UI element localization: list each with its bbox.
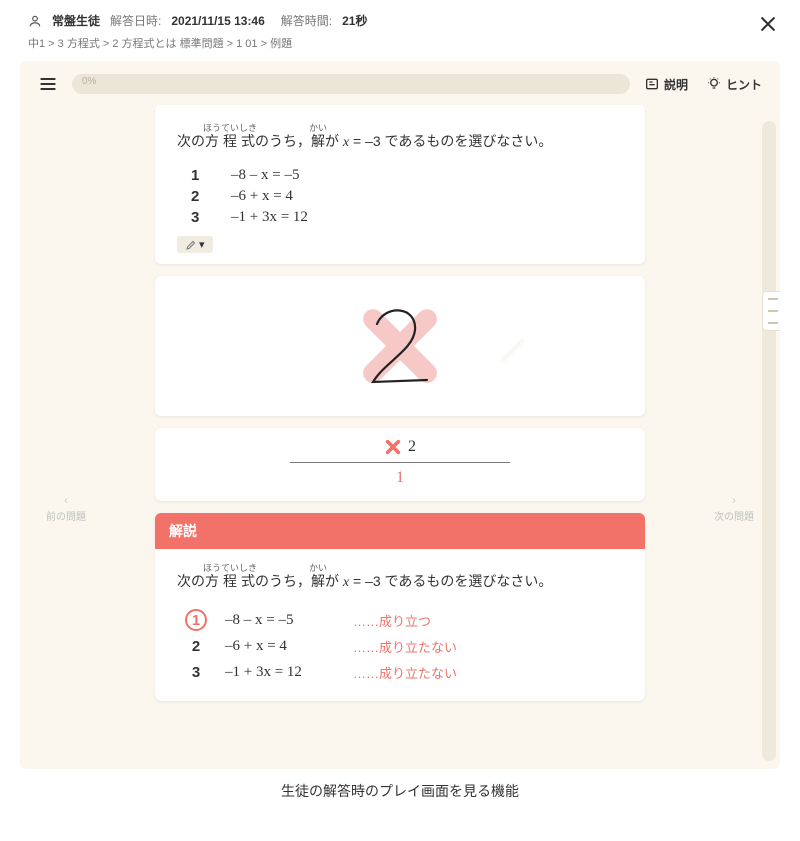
given-answer: 2 — [408, 438, 416, 456]
explain-button[interactable]: 説明 — [640, 74, 692, 95]
question-choices: 1–8 – x = –5 2–6 + x = 4 3–1 + 3x = 12 — [191, 167, 623, 226]
score-divider — [290, 462, 510, 463]
scrollbar-track[interactable] — [762, 121, 776, 761]
drag-handle[interactable] — [762, 291, 780, 331]
hamburger-button[interactable] — [34, 71, 62, 97]
edit-chip[interactable]: ▾ — [177, 236, 213, 253]
chevron-right-icon: › — [714, 491, 754, 510]
correct-answer: 1 — [175, 469, 625, 487]
hint-button[interactable]: ヒント — [702, 74, 766, 95]
user-icon — [28, 14, 42, 28]
figure-caption: 生徒の解答時のプレイ画面を見る機能 — [0, 769, 800, 801]
header-bar: 常盤生徒 解答日時: 2021/11/15 13:46 解答時間: 21秒 — [0, 0, 800, 31]
hint-label: ヒント — [726, 76, 762, 93]
choice-row: 2–6 + x = 4 — [191, 188, 623, 205]
pencil-icon — [495, 328, 535, 368]
question-text: 次の方程式ほうていしきのうち，解かいが x = –3 であるものを選びなさい。 — [177, 123, 623, 157]
choice-row: 1–8 – x = –5 — [191, 167, 623, 184]
explain-label: 説明 — [664, 76, 688, 93]
chevron-down-icon: ▾ — [199, 238, 205, 251]
wrong-x-icon — [384, 438, 402, 456]
answer-card — [155, 276, 645, 416]
choice-row: 3–1 + 3x = 12 — [191, 209, 623, 226]
play-stage: 0% 説明 ヒント 次の方程式ほうていしきのうち，解かいが x = –3 である… — [20, 61, 780, 769]
duration-label: 解答時間: — [281, 12, 332, 29]
breadcrumb: 中1 > 3 方程式 > 2 方程式とは 標準問題 > 1 01 > 例題 — [0, 31, 800, 61]
explanation-row: 2–6 + x = 4……成り立たない — [185, 635, 623, 657]
next-question-button[interactable]: › 次の問題 — [714, 491, 754, 526]
explanation-question: 次の方程式ほうていしきのうち，解かいが x = –3 であるものを選びなさい。 — [177, 563, 623, 597]
explanation-row: 3–1 + 3x = 12……成り立たない — [185, 661, 623, 683]
datetime-value: 2021/11/15 13:46 — [171, 14, 264, 28]
close-button[interactable] — [758, 14, 778, 39]
score-card: 2 1 — [155, 428, 645, 501]
handwritten-answer — [355, 296, 445, 396]
explanation-card: 解説 次の方程式ほうていしきのうち，解かいが x = –3 であるものを選びなさ… — [155, 513, 645, 701]
progress-bar: 0% — [72, 74, 630, 94]
question-card: 次の方程式ほうていしきのうち，解かいが x = –3 であるものを選びなさい。 … — [155, 105, 645, 264]
explanation-row: 1–8 – x = –5……成り立つ — [185, 609, 623, 631]
explanation-heading: 解説 — [155, 513, 645, 549]
stage-topbar: 0% 説明 ヒント — [28, 69, 772, 105]
datetime-label: 解答日時: — [110, 12, 161, 29]
prev-question-button[interactable]: ‹ 前の問題 — [46, 491, 86, 526]
duration-value: 21秒 — [342, 12, 367, 29]
progress-text: 0% — [82, 76, 96, 87]
chevron-left-icon: ‹ — [46, 491, 86, 510]
user-name: 常盤生徒 — [52, 12, 100, 29]
